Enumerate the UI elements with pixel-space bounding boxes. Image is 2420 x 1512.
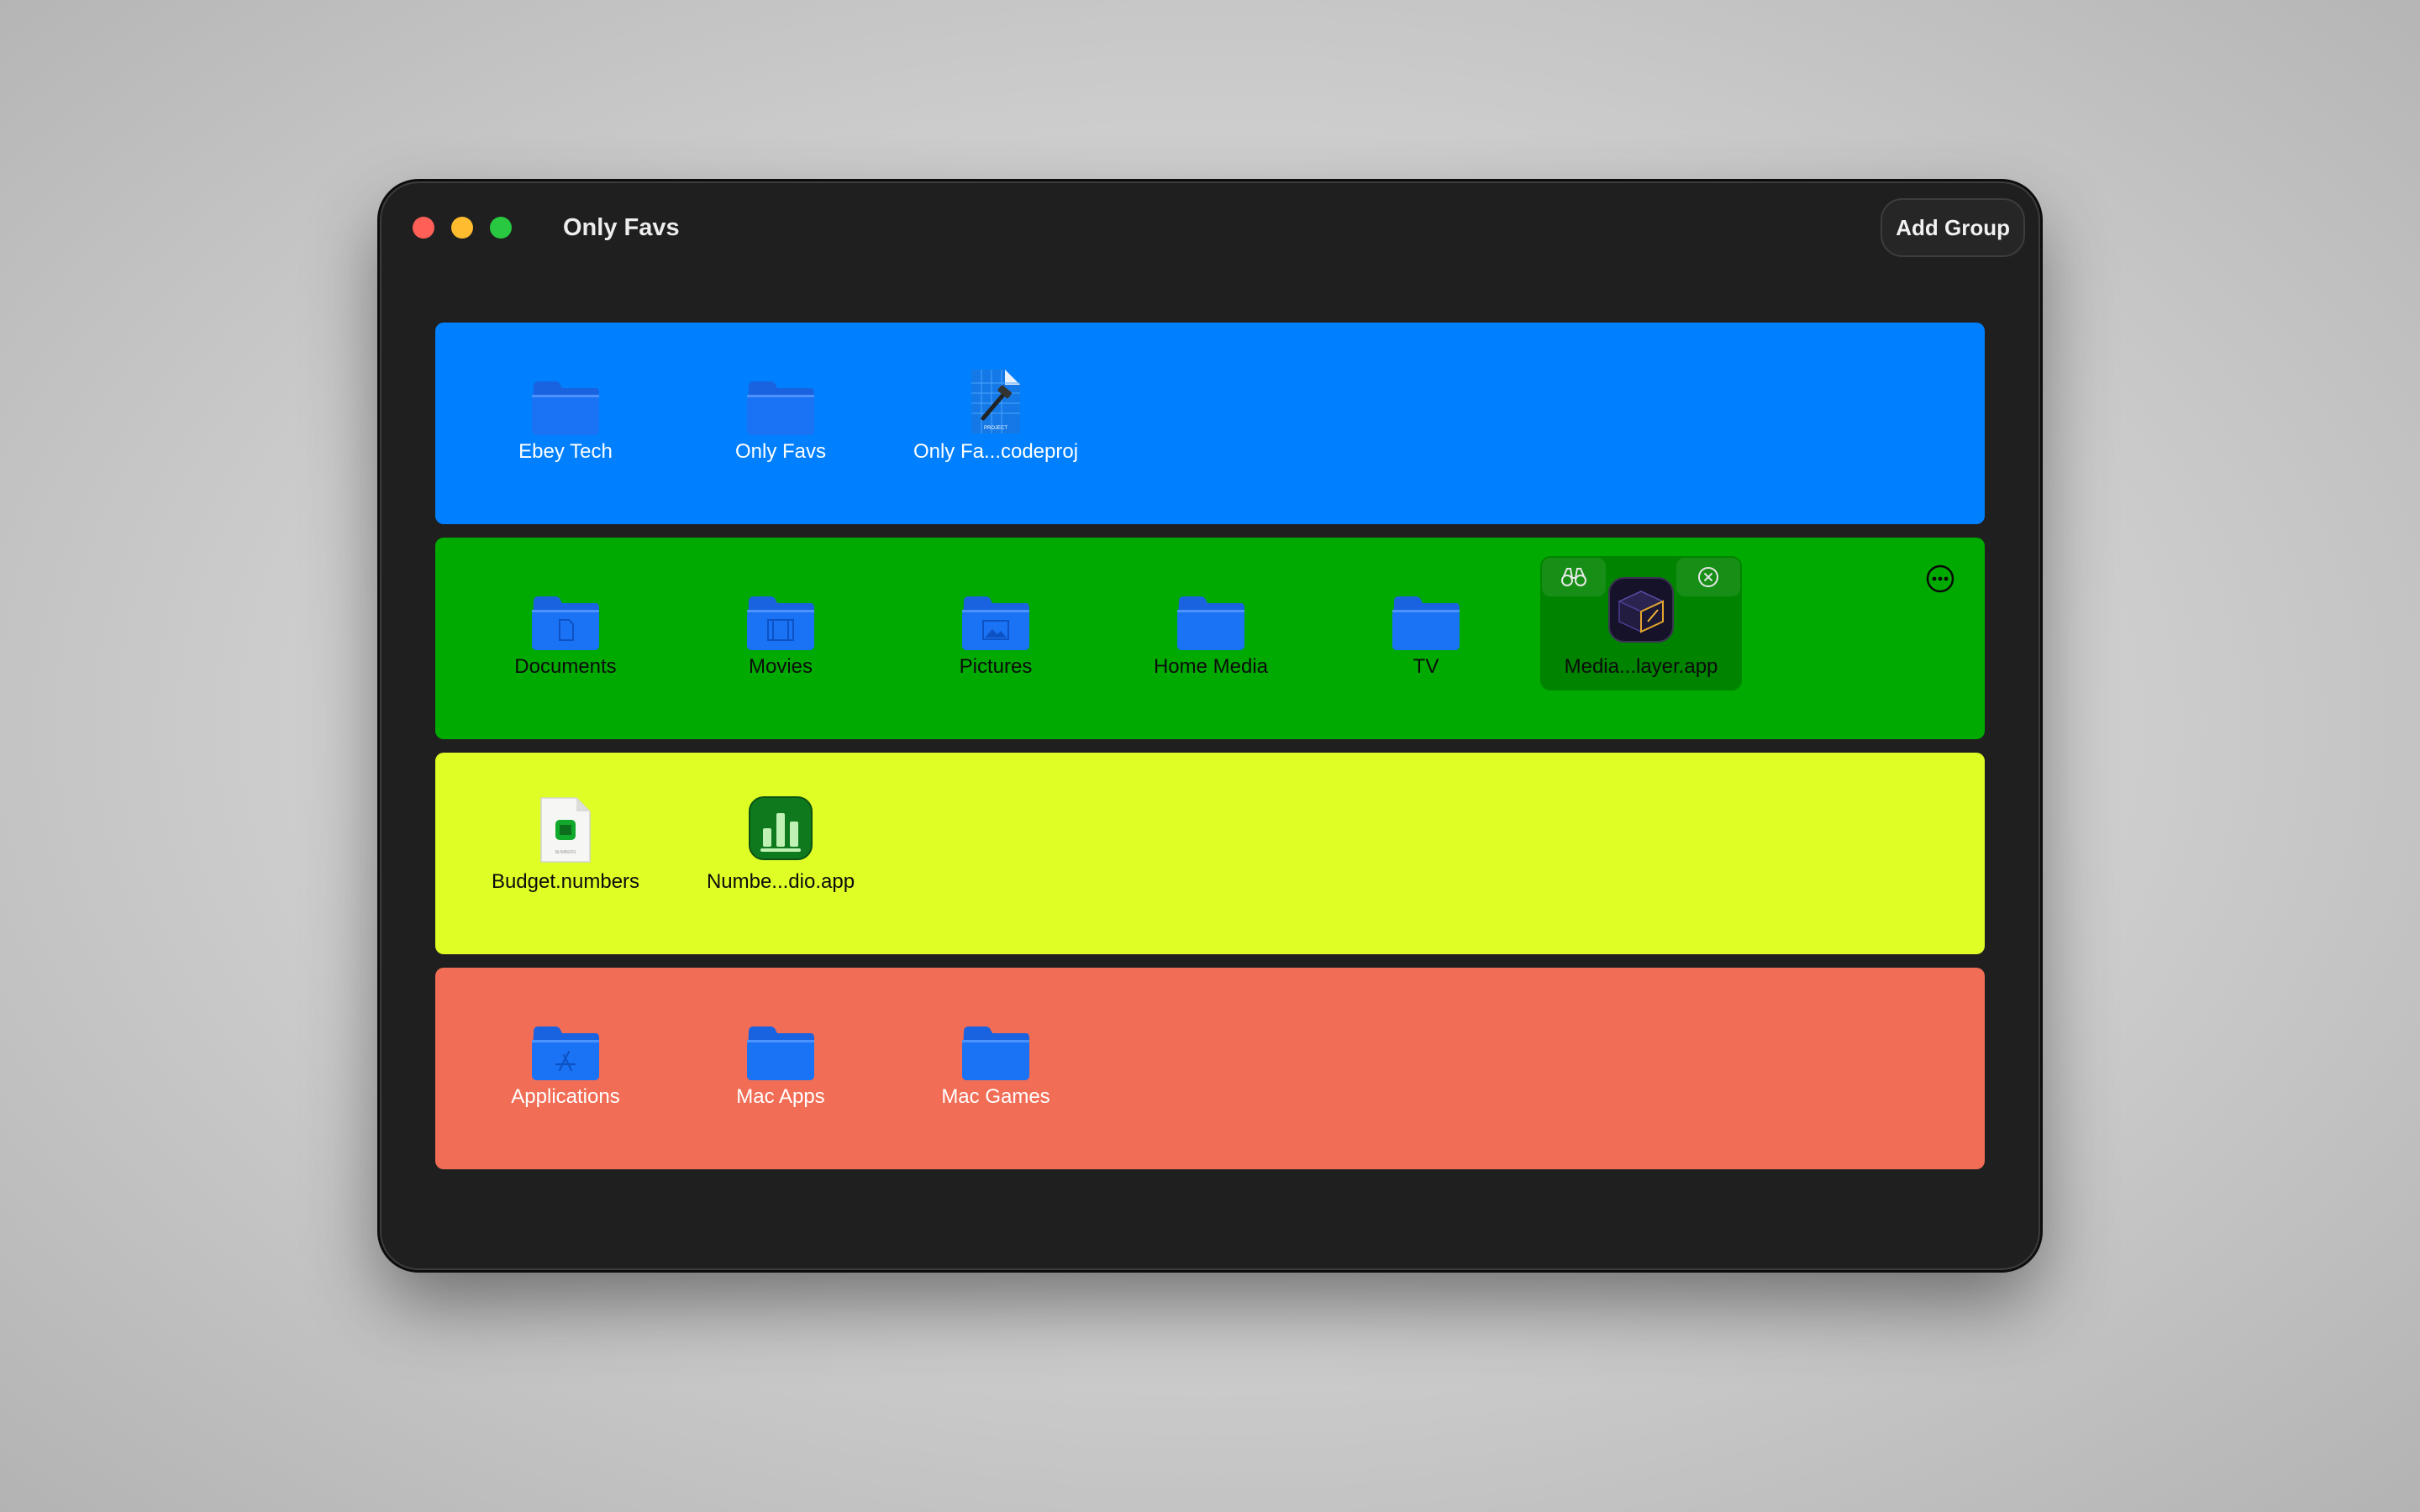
folder-icon <box>744 375 818 441</box>
item-label: Applications <box>511 1085 620 1108</box>
favorites-group-yellow[interactable]: NUMBERS Budget.numbers Numbe...dio.app <box>435 753 1985 954</box>
item-label: Numbe...dio.app <box>706 870 855 893</box>
minimize-window-button[interactable] <box>451 217 473 239</box>
favorite-item[interactable]: Applications <box>465 986 666 1121</box>
item-label: Ebey Tech <box>518 440 613 463</box>
item-label: Only Fa...codeproj <box>913 440 1079 463</box>
app-window: Only Favs Add Group Ebey Tech Only Favs <box>381 183 2039 1268</box>
folder-icon <box>959 1020 1033 1086</box>
pictures-folder-icon <box>959 590 1033 656</box>
zoom-window-button[interactable] <box>490 217 512 239</box>
favorite-item[interactable]: Numbe...dio.app <box>680 771 881 906</box>
favorites-group-blue[interactable]: Ebey Tech Only Favs PROJECT Only Fa...co… <box>435 323 1985 524</box>
media-player-app-icon <box>1607 576 1675 648</box>
favorite-item[interactable]: TV <box>1325 556 1527 690</box>
favorite-item[interactable]: Movies <box>680 556 881 690</box>
item-label: Media...layer.app <box>1564 655 1718 678</box>
favorite-item[interactable]: Only Favs <box>680 341 881 475</box>
item-label: Movies <box>748 655 813 678</box>
remove-x-icon[interactable] <box>1676 558 1740 596</box>
title-bar: Only Favs Add Group <box>381 183 2039 274</box>
close-window-button[interactable] <box>413 217 434 239</box>
project-badge-text: PROJECT <box>984 426 1007 431</box>
folder-icon <box>744 1020 818 1086</box>
favorite-item[interactable]: Pictures <box>895 556 1097 690</box>
add-group-button[interactable]: Add Group <box>1881 198 2025 257</box>
item-label: Home Media <box>1153 655 1269 678</box>
favorite-item[interactable]: Mac Games <box>895 986 1097 1121</box>
favorite-item[interactable]: Home Media <box>1110 556 1312 690</box>
item-label: Documents <box>514 655 617 678</box>
favorite-item[interactable]: Ebey Tech <box>465 341 666 475</box>
more-ellipsis-icon[interactable] <box>1924 563 1956 599</box>
applications-folder-icon <box>529 1020 602 1086</box>
folder-icon <box>529 375 602 441</box>
favorites-group-green[interactable]: Documents Movies Pictures Home Media TV <box>435 538 1985 739</box>
favorite-item-selected[interactable]: Media...layer.app <box>1540 556 1742 690</box>
window-title: Only Favs <box>563 214 680 241</box>
favorites-group-red[interactable]: Applications Mac Apps Mac Games <box>435 968 1985 1169</box>
xcode-project-icon: PROJECT <box>968 366 1023 441</box>
item-label: Pictures <box>959 655 1033 678</box>
item-label: Budget.numbers <box>491 870 640 893</box>
folder-icon <box>1174 590 1248 656</box>
documents-folder-icon <box>529 590 602 656</box>
favorite-item[interactable]: NUMBERS Budget.numbers <box>465 771 666 906</box>
item-label: TV <box>1413 655 1439 678</box>
numbers-badge-text: NUMBERS <box>555 850 576 855</box>
favorite-item[interactable]: PROJECT Only Fa...codeproj <box>895 341 1097 475</box>
favorite-item[interactable]: Documents <box>465 556 666 690</box>
folder-icon <box>1389 590 1463 656</box>
favorite-item[interactable]: Mac Apps <box>680 986 881 1121</box>
reveal-binoculars-icon[interactable] <box>1542 558 1606 596</box>
item-label: Only Favs <box>734 440 827 463</box>
movies-folder-icon <box>744 590 818 656</box>
item-label: Mac Games <box>941 1085 1050 1108</box>
numbers-app-icon <box>747 795 814 866</box>
numbers-document-icon: NUMBERS <box>538 795 593 869</box>
item-label: Mac Apps <box>736 1085 825 1108</box>
